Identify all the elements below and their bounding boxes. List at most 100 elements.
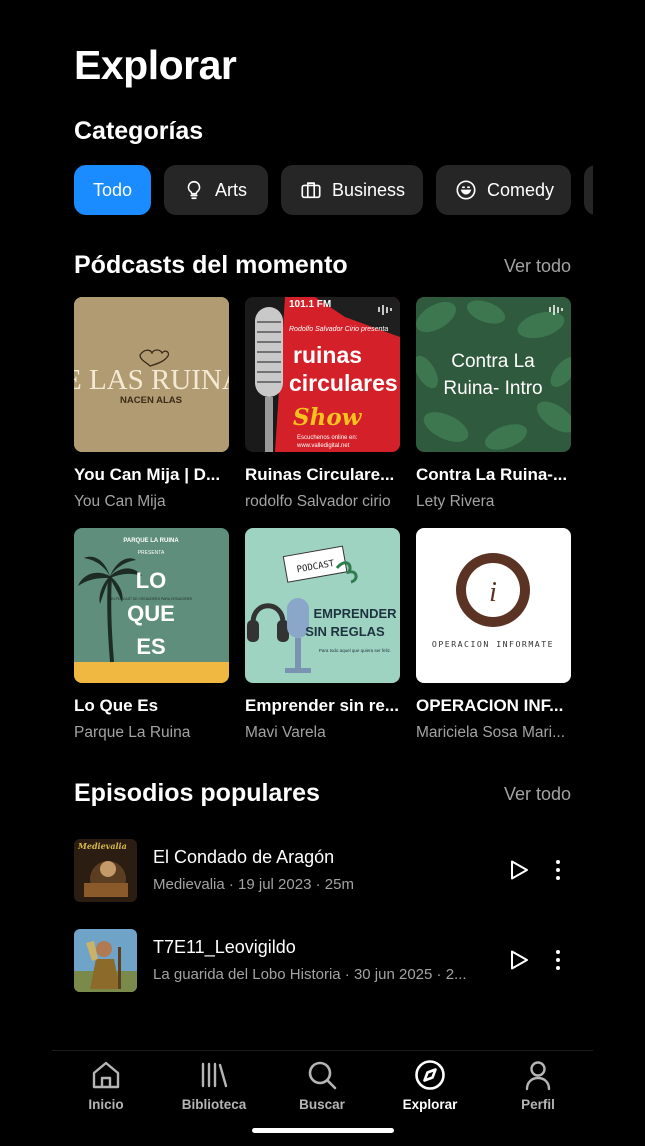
episode-row[interactable]: Medievalia El Condado de Aragón Medieval… bbox=[74, 838, 571, 902]
podcast-title: Ruinas Circulare... bbox=[245, 465, 395, 484]
podcast-cover[interactable]: PARQUE LA RUINA PRESENTA LO QUE ES UN PO… bbox=[74, 528, 229, 683]
svg-text:PARQUE LA RUINA: PARQUE LA RUINA bbox=[123, 538, 179, 544]
chip-label: Arts bbox=[215, 179, 248, 200]
podcast-cover[interactable]: 101.1 FM Rodolfo Salvador Cirio presenta… bbox=[245, 297, 400, 452]
cover-art: Contra La Ruina- Intro bbox=[416, 297, 571, 452]
episode-title: El Condado de Aragón bbox=[153, 847, 335, 867]
svg-text:OPERACION INFORMATE: OPERACION INFORMATE bbox=[432, 639, 554, 649]
podcast-title: Contra La Ruina-... bbox=[416, 465, 568, 484]
episode-meta: La guarida del Lobo Historia · 30 jun 20… bbox=[153, 966, 467, 983]
podcast-author: You Can Mija bbox=[74, 493, 166, 510]
cover-art: PODCAST EMPRENDER SIN REGLAS Para todo a… bbox=[245, 528, 400, 683]
bottom-nav: Inicio Biblioteca Buscar Explorar Perfil bbox=[52, 1058, 592, 1112]
more-options-icon[interactable] bbox=[553, 858, 563, 882]
podcast-card[interactable]: PARQUE LA RUINA PRESENTA LO QUE ES UN PO… bbox=[74, 528, 229, 759]
svg-text:NACEN ALAS: NACEN ALAS bbox=[120, 395, 182, 406]
podcast-author: rodolfo Salvador cirio bbox=[245, 493, 391, 510]
popular-see-all-link[interactable]: Ver todo bbox=[504, 784, 571, 805]
svg-text:Contra La: Contra La bbox=[451, 351, 535, 372]
podcast-cover[interactable]: PODCAST EMPRENDER SIN REGLAS Para todo a… bbox=[245, 528, 400, 683]
cover-art: 101.1 FM Rodolfo Salvador Cirio presenta… bbox=[245, 297, 400, 452]
podcast-author: Lety Rivera bbox=[416, 493, 495, 510]
chip-comedy[interactable]: Comedy bbox=[436, 165, 571, 215]
chip-arts[interactable]: Arts bbox=[164, 165, 268, 215]
podcast-author: Mariciela Sosa Mari... bbox=[416, 724, 566, 741]
category-chips: Todo Arts Business Comedy bbox=[74, 165, 593, 215]
chip-more[interactable] bbox=[584, 165, 593, 215]
svg-text:Rodolfo Salvador Cirio present: Rodolfo Salvador Cirio presenta bbox=[289, 326, 388, 333]
svg-text:ruinas: ruinas bbox=[293, 342, 362, 368]
play-icon[interactable] bbox=[507, 948, 531, 972]
podcast-card[interactable]: i OPERACION INFORMATE OPERACION INF... M… bbox=[416, 528, 571, 759]
podcast-grid: DE LAS RUINAS NACEN ALAS You Can Mija | … bbox=[74, 297, 571, 759]
nav-item-buscar[interactable]: Buscar bbox=[268, 1058, 376, 1112]
chip-business[interactable]: Business bbox=[281, 165, 423, 215]
podcast-card[interactable]: PODCAST EMPRENDER SIN REGLAS Para todo a… bbox=[245, 528, 400, 759]
podcast-cover[interactable]: i OPERACION INFORMATE bbox=[416, 528, 571, 683]
nav-label: Explorar bbox=[402, 1097, 458, 1112]
nav-item-perfil[interactable]: Perfil bbox=[484, 1058, 592, 1112]
svg-text:101.1 FM: 101.1 FM bbox=[289, 299, 331, 310]
svg-text:Para todo aquel que quiera ser: Para todo aquel que quiera ser feliz. bbox=[319, 648, 391, 653]
svg-text:i: i bbox=[489, 577, 497, 608]
nav-item-biblioteca[interactable]: Biblioteca bbox=[160, 1058, 268, 1112]
smile-icon bbox=[455, 179, 477, 201]
svg-text:Medievalia: Medievalia bbox=[77, 841, 127, 851]
person-icon bbox=[525, 1061, 551, 1091]
compass-icon bbox=[415, 1060, 445, 1090]
trending-title: Pódcasts del momento bbox=[74, 251, 348, 279]
podcast-author: Parque La Ruina bbox=[74, 724, 191, 741]
nav-label: Biblioteca bbox=[181, 1097, 247, 1112]
nav-label: Buscar bbox=[299, 1097, 345, 1112]
svg-text:Escuchenos online en:: Escuchenos online en: bbox=[297, 435, 358, 441]
svg-text:DE LAS RUINAS: DE LAS RUINAS bbox=[74, 364, 229, 396]
podcast-title: OPERACION INF... bbox=[416, 696, 564, 715]
chip-todo[interactable]: Todo bbox=[74, 165, 151, 215]
svg-text:SIN REGLAS: SIN REGLAS bbox=[305, 624, 385, 639]
nav-item-inicio[interactable]: Inicio bbox=[52, 1058, 160, 1112]
svg-text:PRESENTA: PRESENTA bbox=[138, 550, 165, 556]
episode-meta: Medievalia · 19 jul 2023 · 25m bbox=[153, 876, 354, 893]
svg-text:Ruina- Intro: Ruina- Intro bbox=[443, 378, 542, 399]
lightbulb-icon bbox=[183, 179, 205, 201]
briefcase-icon bbox=[300, 179, 322, 201]
nav-label: Inicio bbox=[88, 1097, 124, 1112]
search-icon bbox=[308, 1061, 337, 1090]
cover-art: DE LAS RUINAS NACEN ALAS bbox=[74, 297, 229, 452]
nav-divider bbox=[52, 1050, 593, 1051]
chip-label: Business bbox=[332, 179, 406, 200]
episode-title: T7E11_Leovigildo bbox=[153, 937, 296, 957]
nav-label: Perfil bbox=[521, 1097, 555, 1112]
play-icon[interactable] bbox=[507, 858, 531, 882]
svg-text:www.valledigital.net: www.valledigital.net bbox=[296, 443, 350, 449]
cover-art: i OPERACION INFORMATE bbox=[416, 528, 571, 683]
podcast-card[interactable]: Contra La Ruina- Intro Contra La Ruina-.… bbox=[416, 297, 571, 528]
podcast-title: Emprender sin re... bbox=[245, 696, 399, 715]
chip-label: Todo bbox=[92, 179, 133, 200]
podcast-cover[interactable]: Contra La Ruina- Intro bbox=[416, 297, 571, 452]
podcast-title: Lo Que Es bbox=[74, 696, 159, 715]
svg-text:EMPRENDER: EMPRENDER bbox=[313, 606, 397, 621]
svg-text:ES: ES bbox=[136, 634, 165, 659]
chip-label: Comedy bbox=[487, 179, 555, 200]
svg-text:circulares: circulares bbox=[289, 370, 398, 396]
more-options-icon[interactable] bbox=[553, 948, 563, 972]
svg-text:LO: LO bbox=[136, 568, 167, 593]
categories-title: Categorías bbox=[74, 117, 204, 145]
svg-text:UN PODCAST DE CREADORES PARA C: UN PODCAST DE CREADORES PARA CREADORES bbox=[110, 597, 193, 601]
popular-title: Episodios populares bbox=[74, 779, 320, 807]
home-icon bbox=[92, 1061, 120, 1089]
podcast-card[interactable]: 101.1 FM Rodolfo Salvador Cirio presenta… bbox=[245, 297, 400, 528]
svg-text:QUE: QUE bbox=[127, 601, 175, 626]
trending-see-all-link[interactable]: Ver todo bbox=[504, 256, 571, 277]
home-indicator[interactable] bbox=[252, 1128, 394, 1133]
nav-item-explorar[interactable]: Explorar bbox=[376, 1058, 484, 1112]
podcast-cover[interactable]: DE LAS RUINAS NACEN ALAS bbox=[74, 297, 229, 452]
episode-thumbnail bbox=[74, 928, 137, 992]
podcast-card[interactable]: DE LAS RUINAS NACEN ALAS You Can Mija | … bbox=[74, 297, 229, 528]
episode-thumbnail: Medievalia bbox=[74, 838, 137, 902]
svg-text:Show: Show bbox=[293, 404, 363, 431]
episode-row[interactable]: T7E11_Leovigildo La guarida del Lobo His… bbox=[74, 928, 571, 992]
podcast-author: Mavi Varela bbox=[245, 724, 326, 741]
library-icon bbox=[201, 1062, 228, 1088]
